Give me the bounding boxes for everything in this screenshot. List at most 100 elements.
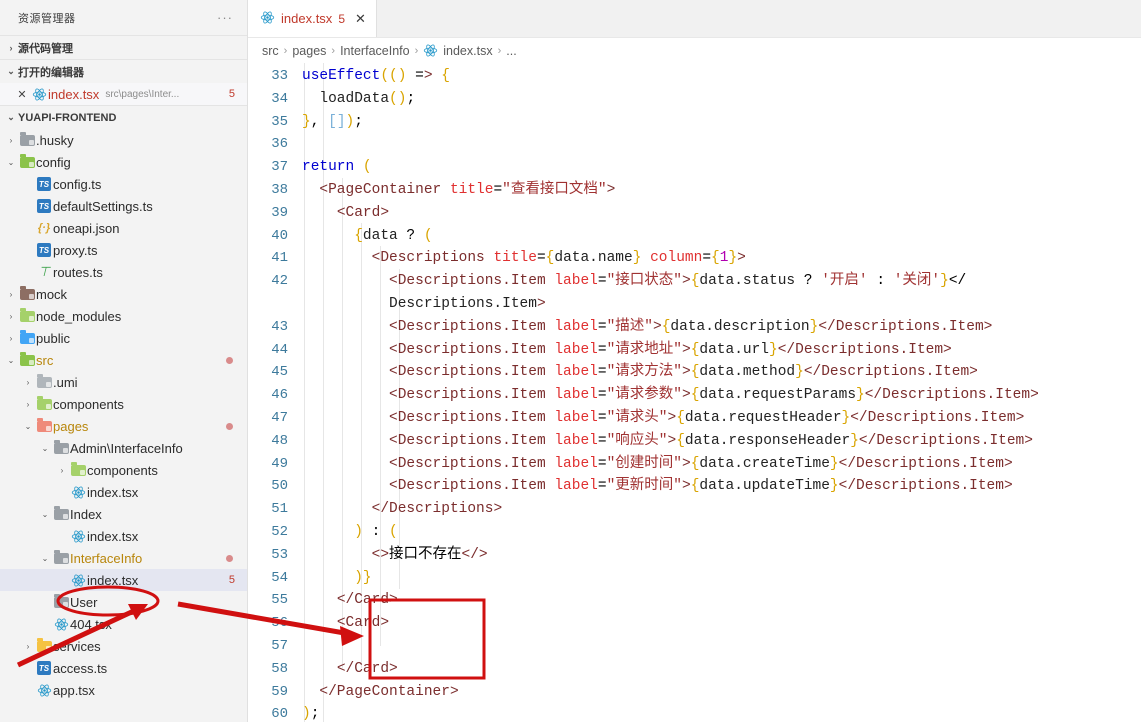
- breadcrumb-item[interactable]: ...: [506, 44, 516, 58]
- tree-item-config[interactable]: ⌄ config: [0, 151, 247, 173]
- line-number: 42: [271, 273, 288, 290]
- chevron-right-icon[interactable]: ›: [4, 312, 18, 321]
- line-number: 53: [271, 546, 288, 563]
- tree-item-routes-ts[interactable]: ⊤ routes.ts: [0, 261, 247, 283]
- code-line[interactable]: <Descriptions.Item label="描述">{data.desc…: [302, 316, 1141, 339]
- code-line[interactable]: loadData();: [302, 88, 1141, 111]
- code-line[interactable]: <Descriptions.Item label="请求参数">{data.re…: [302, 384, 1141, 407]
- tree-item--husky[interactable]: › .husky: [0, 129, 247, 151]
- section-open-editors[interactable]: ⌄ 打开的编辑器: [0, 59, 247, 83]
- tree-item-index[interactable]: ⌄ Index: [0, 503, 247, 525]
- tree-item-access-ts[interactable]: TS access.ts: [0, 657, 247, 679]
- code-line[interactable]: <Card>: [302, 202, 1141, 225]
- code-line[interactable]: </PageContainer>: [302, 681, 1141, 704]
- close-icon[interactable]: ✕: [355, 11, 366, 27]
- tree-item-interfaceinfo[interactable]: ⌄ InterfaceInfo: [0, 547, 247, 569]
- chevron-down-icon[interactable]: ⌄: [4, 356, 18, 365]
- tree-item-admin-interfaceinfo[interactable]: ⌄ Admin\InterfaceInfo: [0, 437, 247, 459]
- tree-item-components[interactable]: › components: [0, 393, 247, 415]
- code-line[interactable]: </Card>: [302, 658, 1141, 681]
- breadcrumb-item[interactable]: src: [262, 44, 279, 58]
- code-content[interactable]: useEffect(() => { loadData();}, []); ret…: [302, 63, 1141, 722]
- chevron-right-icon[interactable]: ›: [21, 378, 35, 387]
- tree-item-config-ts[interactable]: TS config.ts: [0, 173, 247, 195]
- code-line[interactable]: </Descriptions>: [302, 498, 1141, 521]
- tree-item-label: src: [36, 352, 54, 368]
- chevron-right-icon[interactable]: ›: [21, 400, 35, 409]
- folder-icon: [18, 285, 36, 300]
- code-line[interactable]: [302, 133, 1141, 156]
- folder-icon: [52, 549, 70, 564]
- tree-item-404-tsx[interactable]: 404.tsx: [0, 613, 247, 635]
- tree-item-user[interactable]: User: [0, 591, 247, 613]
- code-line[interactable]: <PageContainer title="查看接口文档">: [302, 179, 1141, 202]
- chevron-down-icon: ⌄: [7, 112, 15, 122]
- tree-item-services[interactable]: › services: [0, 635, 247, 657]
- code-line[interactable]: );: [302, 703, 1141, 722]
- code-line[interactable]: <Descriptions.Item label="请求方法">{data.me…: [302, 361, 1141, 384]
- chevron-right-icon[interactable]: ›: [4, 290, 18, 299]
- close-icon[interactable]: ✕: [14, 88, 30, 101]
- chevron-right-icon[interactable]: ›: [4, 334, 18, 343]
- code-line[interactable]: Descriptions.Item>: [302, 293, 1141, 316]
- tree-item-oneapi-json[interactable]: {·} oneapi.json: [0, 217, 247, 239]
- tree-item-components[interactable]: › components: [0, 459, 247, 481]
- code-line[interactable]: <Descriptions.Item label="接口状态">{data.st…: [302, 270, 1141, 293]
- code-line[interactable]: <Descriptions.Item label="请求头">{data.req…: [302, 407, 1141, 430]
- chevron-down-icon[interactable]: ⌄: [38, 444, 52, 453]
- tree-item-proxy-ts[interactable]: TS proxy.ts: [0, 239, 247, 261]
- line-number: 59: [271, 683, 288, 700]
- code-line[interactable]: <Descriptions.Item label="更新时间">{data.up…: [302, 475, 1141, 498]
- code-line[interactable]: [302, 635, 1141, 658]
- line-number: 47: [271, 409, 288, 426]
- chevron-right-icon[interactable]: ›: [55, 466, 69, 475]
- code-line[interactable]: <Card>: [302, 612, 1141, 635]
- code-line[interactable]: <Descriptions title={data.name} column={…: [302, 247, 1141, 270]
- breadcrumb-item[interactable]: pages: [292, 44, 326, 58]
- code-line[interactable]: }, []);: [302, 111, 1141, 134]
- chevron-down-icon[interactable]: ⌄: [4, 158, 18, 167]
- code-line[interactable]: </Card>: [302, 589, 1141, 612]
- chevron-down-icon[interactable]: ⌄: [38, 510, 52, 519]
- tree-item-node_modules[interactable]: › node_modules: [0, 305, 247, 327]
- code-line[interactable]: <Descriptions.Item label="响应头">{data.res…: [302, 430, 1141, 453]
- tree-item-index-tsx[interactable]: index.tsx: [0, 481, 247, 503]
- breadcrumb-item[interactable]: index.tsx: [443, 44, 492, 58]
- chevron-right-icon[interactable]: ›: [21, 642, 35, 651]
- code-editor[interactable]: 33 34 35 36 37 38 39 40 41 42 · 43 44 45 46 47 48 49 50 51 5…: [248, 63, 1141, 722]
- tree-item-index-tsx[interactable]: index.tsx 5: [0, 569, 247, 591]
- tree-item-app-tsx[interactable]: app.tsx: [0, 679, 247, 701]
- tree-item-public[interactable]: › public: [0, 327, 247, 349]
- folder-icon: [18, 131, 36, 146]
- section-source-control[interactable]: › 源代码管理: [0, 35, 247, 59]
- chevron-down-icon[interactable]: ⌄: [21, 422, 35, 431]
- code-line[interactable]: <Descriptions.Item label="请求地址">{data.ur…: [302, 339, 1141, 362]
- tree-item-pages[interactable]: ⌄ pages: [0, 415, 247, 437]
- tree-item-index-tsx[interactable]: index.tsx: [0, 525, 247, 547]
- breadcrumb-separator: ›: [414, 44, 419, 57]
- tree-item-mock[interactable]: › mock: [0, 283, 247, 305]
- code-line[interactable]: useEffect(() => {: [302, 65, 1141, 88]
- tab-index-tsx[interactable]: index.tsx 5 ✕: [248, 0, 377, 37]
- code-line[interactable]: return (: [302, 156, 1141, 179]
- breadcrumb-separator: ›: [331, 44, 336, 57]
- tree-item-src[interactable]: ⌄ src: [0, 349, 247, 371]
- more-actions-icon[interactable]: ···: [213, 10, 237, 26]
- line-number: 45: [271, 364, 288, 381]
- breadcrumb-item[interactable]: InterfaceInfo: [340, 44, 410, 58]
- chevron-down-icon[interactable]: ⌄: [38, 554, 52, 563]
- tree-item-defaultsettings-ts[interactable]: TS defaultSettings.ts: [0, 195, 247, 217]
- code-line[interactable]: ) : (: [302, 521, 1141, 544]
- tree-item--umi[interactable]: › .umi: [0, 371, 247, 393]
- code-line[interactable]: <>接口不存在</>: [302, 544, 1141, 567]
- line-number: 38: [271, 181, 288, 198]
- code-line[interactable]: )}: [302, 567, 1141, 590]
- section-project-root[interactable]: ⌄ YUAPI-FRONTEND: [0, 105, 247, 129]
- tree-item-label: pages: [53, 418, 89, 434]
- chevron-right-icon[interactable]: ›: [4, 136, 18, 145]
- tree-item-label: index.tsx: [87, 484, 139, 500]
- line-number: 51: [271, 501, 288, 518]
- code-line[interactable]: <Descriptions.Item label="创建时间">{data.cr…: [302, 453, 1141, 476]
- code-line[interactable]: {data ? (: [302, 225, 1141, 248]
- open-editor-item[interactable]: ✕ index.tsx src\pages\Inter... 5: [0, 83, 247, 105]
